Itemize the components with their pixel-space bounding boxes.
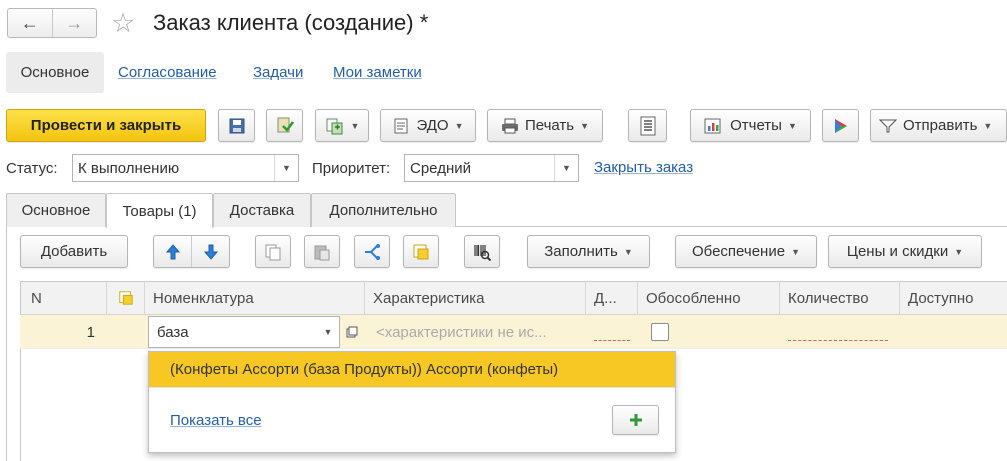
tab-additional[interactable]: Дополнительно [311,193,456,227]
save-icon [229,118,244,133]
split-button[interactable] [354,235,390,268]
create-based-on-button[interactable]: ▼ [315,109,369,142]
printer-icon [501,118,518,133]
nomenclature-input-value: база [157,323,189,341]
arrow-up-icon[interactable] [154,243,191,261]
col-d[interactable]: Д... [586,281,638,315]
move-buttons [153,235,230,268]
tab-main[interactable]: Основное [6,193,106,227]
arrow-down-icon[interactable] [191,236,229,267]
col-flag[interactable] [107,281,145,315]
chevron-down-icon: ▼ [580,120,590,131]
send-button[interactable]: Отправить ▼ [870,109,1007,142]
print-button[interactable]: Печать ▼ [487,109,603,142]
chevron-down-icon: ▼ [350,120,360,131]
col-nomenclature[interactable]: Номенклатура [145,281,365,315]
edo-button[interactable]: ЭДО ▼ [380,109,476,142]
list-icon [640,116,655,135]
col-separate[interactable]: Обособленно [638,281,780,315]
tab-goods[interactable]: Товары (1) [106,193,213,228]
close-order-link[interactable]: Закрыть заказ [594,158,693,178]
autocomplete-option[interactable]: (Конфеты Ассорти (база Продукты)) Ассорт… [149,352,675,387]
document-structure-button[interactable] [628,109,667,142]
edo-label: ЭДО [416,117,449,134]
open-item-icon[interactable] [341,322,363,342]
barcode-search-button[interactable] [464,235,500,268]
reports-button[interactable]: Отчеты ▼ [690,109,811,142]
nav-approval[interactable]: Согласование [118,63,217,83]
window-title: Заказ клиента (создание) * [153,10,429,35]
provision-button[interactable]: Обеспечение ▼ [675,235,817,268]
priority-value: Средний [410,159,471,177]
col-available[interactable]: Доступно [900,281,1007,315]
chevron-down-icon[interactable]: ▼ [317,317,339,347]
chevron-down-icon: ▼ [623,246,633,257]
chevron-down-icon: ▼ [983,120,993,131]
plus-icon [629,414,642,426]
paste-icon [314,245,330,260]
tab-delivery[interactable]: Доставка [213,193,311,227]
required-marker [788,340,888,341]
save-button[interactable] [218,109,255,142]
provision-label: Обеспечение [692,243,786,260]
split-icon [365,243,380,260]
post-and-close-button[interactable]: Провести и закрыть [6,109,206,142]
chevron-down-icon: ▼ [454,120,464,131]
nomenclature-input[interactable]: база ▼ [148,316,340,348]
send-label: Отправить [903,117,978,134]
col-characteristic[interactable]: Характеристика [365,281,586,315]
chevron-down-icon: ▼ [791,246,800,257]
post-document-icon [277,117,294,132]
chevron-down-icon[interactable]: ▼ [274,155,298,181]
send-icon [879,119,897,132]
col-n[interactable]: N [21,281,107,315]
priority-label: Приоритет: [312,160,391,177]
post-button[interactable] [266,109,303,142]
print-label: Печать [524,117,575,134]
paste-button[interactable] [304,235,340,268]
show-all-link[interactable]: Показать все [170,411,262,431]
copy-icon [265,244,281,260]
required-marker [594,340,630,341]
separate-checkbox[interactable] [651,323,669,341]
back-arrow-icon[interactable]: ← [8,9,52,37]
play-events-icon [834,118,847,133]
col-quantity[interactable]: Количество [780,281,900,315]
fill-label: Заполнить [544,243,618,260]
fill-button[interactable]: Заполнить ▼ [527,235,650,268]
copy-button[interactable] [255,235,291,268]
status-value: К выполнению [78,159,180,177]
nav-tasks[interactable]: Задачи [253,63,303,83]
chevron-down-icon: ▼ [787,120,797,131]
barcode-icon [474,244,491,261]
create-new-button[interactable] [612,405,659,435]
reports-label: Отчеты [730,117,782,134]
prices-label: Цены и скидки [846,243,949,260]
row-number: 1 [86,323,95,341]
nav-main[interactable]: Основное [6,52,104,93]
reports-icon [704,118,721,133]
nav-buttons: ← → [7,8,97,38]
status-label: Статус: [6,160,58,177]
chevron-down-icon: ▼ [954,246,964,257]
add-button[interactable]: Добавить [20,235,128,268]
status-select[interactable]: К выполнению ▼ [72,154,299,182]
create-based-icon [326,118,343,134]
nav-notes[interactable]: Мои заметки [333,63,422,83]
favorite-star-icon[interactable]: ☆ [111,8,135,38]
events-button[interactable] [822,109,859,142]
grouping-button[interactable] [403,235,439,268]
characteristic-cell[interactable]: <характеристики не ис... [376,315,582,349]
grouping-icon [118,291,133,305]
popup-divider [149,387,675,388]
grouping-icon [413,244,429,259]
chevron-down-icon[interactable]: ▼ [554,155,578,181]
prices-discounts-button[interactable]: Цены и скидки ▼ [828,235,982,268]
priority-select[interactable]: Средний ▼ [404,154,579,182]
forward-arrow-icon[interactable]: → [51,9,97,37]
edo-icon [394,118,408,133]
panel-border [6,226,7,461]
